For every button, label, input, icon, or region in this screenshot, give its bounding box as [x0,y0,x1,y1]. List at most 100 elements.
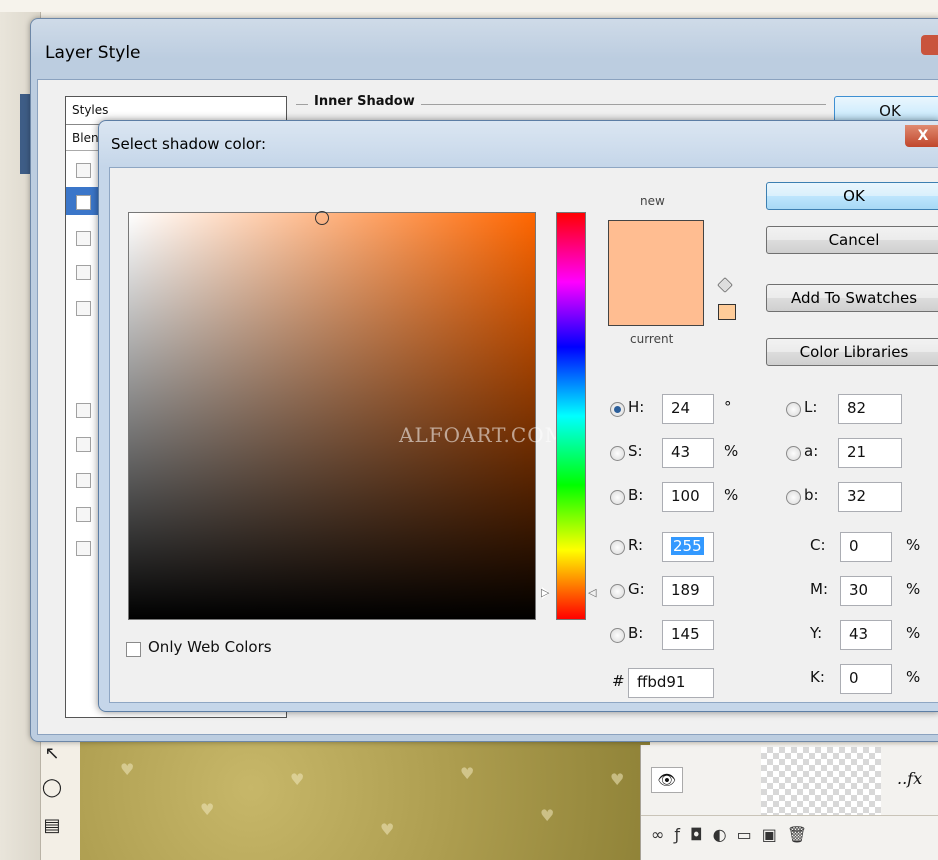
folder-icon[interactable]: ▭ [737,825,762,844]
yellow-row: Y: 43 % [810,620,938,650]
blue-radio[interactable] [610,628,625,643]
b-channel-radio[interactable] [786,490,801,505]
a-channel-radio[interactable] [786,446,801,461]
layer-row[interactable]: 👁 ..fx [641,747,938,816]
hue-row: H: 24 ° [610,394,750,424]
close-button[interactable] [921,35,938,55]
cyan-row: C: 0 % [810,532,938,562]
red-input[interactable]: 255 [662,532,714,562]
only-web-colors-checkbox[interactable] [126,642,141,657]
websafe-color-swatch[interactable] [718,304,736,320]
cancel-button[interactable]: Cancel [766,226,938,254]
color-libraries-button[interactable]: Color Libraries [766,338,938,366]
new-color-swatch [609,221,703,273]
hue-radio[interactable] [610,402,625,417]
hue-label: H: [628,398,645,416]
style-checkbox[interactable] [76,231,91,246]
hex-label: # [612,672,625,690]
saturation-radio[interactable] [610,446,625,461]
lightness-radio[interactable] [786,402,801,417]
saturation-input[interactable]: 43 [662,438,714,468]
notes-tool-icon[interactable]: ▤ [40,814,64,838]
hue-input[interactable]: 24 [662,394,714,424]
magenta-row: M: 30 % [810,576,938,606]
black-input[interactable]: 0 [840,664,892,694]
heart-pattern-icon: ♥ [460,764,475,783]
magenta-input[interactable]: 30 [840,576,892,606]
inner-shadow-checkbox[interactable] [76,195,91,210]
hue-slider-left-arrow-outline-icon: ▷ [541,586,550,599]
black-row: K: 0 % [810,664,938,694]
green-input[interactable]: 189 [662,576,714,606]
fx-icon[interactable]: ƒ [674,825,690,844]
saturation-row: S: 43 % [610,438,750,468]
trash-icon[interactable]: 🗑 [787,825,817,844]
mask-icon[interactable]: ◘ [690,825,713,844]
style-checkbox[interactable] [76,507,91,522]
heart-pattern-icon: ♥ [200,800,215,819]
new-color-label: new [640,194,665,208]
out-of-gamut-cube-icon[interactable] [717,277,733,293]
heart-pattern-icon: ♥ [540,806,555,825]
saturation-label: S: [628,442,643,460]
style-checkbox[interactable] [76,403,91,418]
color-preview [608,220,704,326]
a-channel-row: a: 21 [786,438,926,468]
lightness-input[interactable]: 82 [838,394,902,424]
red-radio[interactable] [610,540,625,555]
red-row: R: 255 [610,532,750,562]
layer-fx-label[interactable]: ..fx [897,769,922,788]
current-color-swatch[interactable] [609,273,703,325]
app-top-strip [0,0,938,12]
saturation-unit: % [724,442,739,460]
brightness-input[interactable]: 100 [662,482,714,512]
heart-pattern-icon: ♥ [380,820,395,839]
hue-unit: ° [724,398,732,416]
new-layer-icon[interactable]: ▣ [762,825,787,844]
heart-pattern-icon: ♥ [290,770,305,789]
brightness-radio[interactable] [610,490,625,505]
window-title: Layer Style [45,43,141,63]
cyan-input[interactable]: 0 [840,532,892,562]
brightness-row: B: 100 % [610,482,750,512]
move-tool-icon[interactable]: ↖ [40,742,64,766]
style-checkbox[interactable] [76,473,91,488]
red-value-selected: 255 [671,537,704,555]
hue-slider[interactable] [556,212,586,620]
color-picker-dialog: Select shadow color: X ALFOART.COM ▷ ◁ n… [98,120,938,712]
brightness-unit: % [724,486,739,504]
close-button[interactable]: X [905,125,938,147]
blue-input[interactable]: 145 [662,620,714,650]
color-field[interactable]: ALFOART.COM [128,211,565,620]
hue-slider-right-arrow-icon[interactable]: ◁ [588,586,596,599]
group-title: Inner Shadow [308,94,421,109]
color-field-marker[interactable] [315,211,329,225]
b-channel-input[interactable]: 32 [838,482,902,512]
green-radio[interactable] [610,584,625,599]
style-checkbox[interactable] [76,163,91,178]
style-checkbox[interactable] [76,437,91,452]
document-canvas[interactable]: ♥ ♥ ♥ ♥ ♥ ♥ ♥ [80,740,650,860]
heart-pattern-icon: ♥ [120,760,135,779]
hex-input[interactable]: ffbd91 [628,668,714,698]
black-unit: % [906,668,921,686]
blue-row: B: 145 [610,620,750,650]
adjustment-icon[interactable]: ◐ [713,825,737,844]
a-channel-label: a: [804,442,819,460]
cyan-label: C: [810,536,826,554]
style-checkbox[interactable] [76,541,91,556]
add-to-swatches-button[interactable]: Add To Swatches [766,284,938,312]
style-checkbox[interactable] [76,301,91,316]
heart-pattern-icon: ♥ [610,770,625,789]
ok-button[interactable]: OK [766,182,938,210]
yellow-input[interactable]: 43 [840,620,892,650]
dialog-title: Select shadow color: [111,135,267,153]
ellipse-tool-icon[interactable]: ◯ [40,776,64,800]
magenta-unit: % [906,580,921,598]
link-icon[interactable]: ∞ [651,825,674,844]
layers-footer: ∞ƒ◘◐▭▣🗑 [651,825,817,844]
style-checkbox[interactable] [76,265,91,280]
only-web-colors-label: Only Web Colors [148,638,272,656]
a-channel-input[interactable]: 21 [838,438,902,468]
eye-icon[interactable]: 👁 [651,767,683,793]
